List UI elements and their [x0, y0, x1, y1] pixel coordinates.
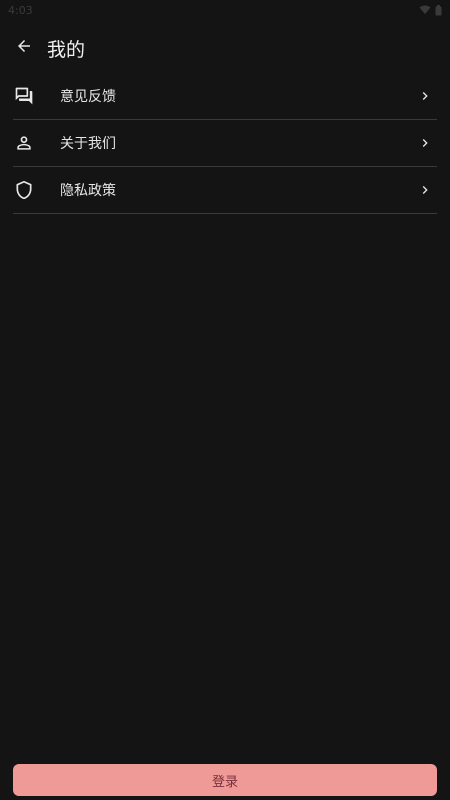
- menu-item-feedback[interactable]: 意见反馈: [13, 73, 437, 120]
- status-time: 4:03: [8, 3, 33, 17]
- arrow-back-icon: [15, 37, 33, 59]
- app-bar: 我的: [0, 30, 450, 66]
- shield-icon: [13, 179, 35, 201]
- page-title: 我的: [47, 38, 86, 61]
- chevron-right-icon: [417, 182, 433, 198]
- screen: 4:03 我的 意见反馈 关于我们 隐私政策 登录: [0, 0, 450, 800]
- status-bar: 4:03: [0, 0, 450, 20]
- feedback-icon: [13, 85, 35, 107]
- login-button[interactable]: 登录: [13, 764, 437, 796]
- menu-item-label: 意见反馈: [60, 89, 116, 105]
- person-icon: [13, 132, 35, 154]
- menu-item-privacy[interactable]: 隐私政策: [13, 167, 437, 214]
- chevron-right-icon: [417, 88, 433, 104]
- wifi-icon: [419, 5, 431, 15]
- menu-list: 意见反馈 关于我们 隐私政策: [13, 73, 437, 214]
- login-button-label: 登录: [211, 774, 238, 790]
- menu-item-label: 隐私政策: [60, 183, 116, 199]
- battery-icon: [435, 4, 442, 16]
- back-button[interactable]: [12, 36, 36, 60]
- chevron-right-icon: [417, 135, 433, 151]
- menu-item-about[interactable]: 关于我们: [13, 120, 437, 167]
- menu-item-label: 关于我们: [60, 136, 116, 152]
- status-icons: [419, 4, 442, 16]
